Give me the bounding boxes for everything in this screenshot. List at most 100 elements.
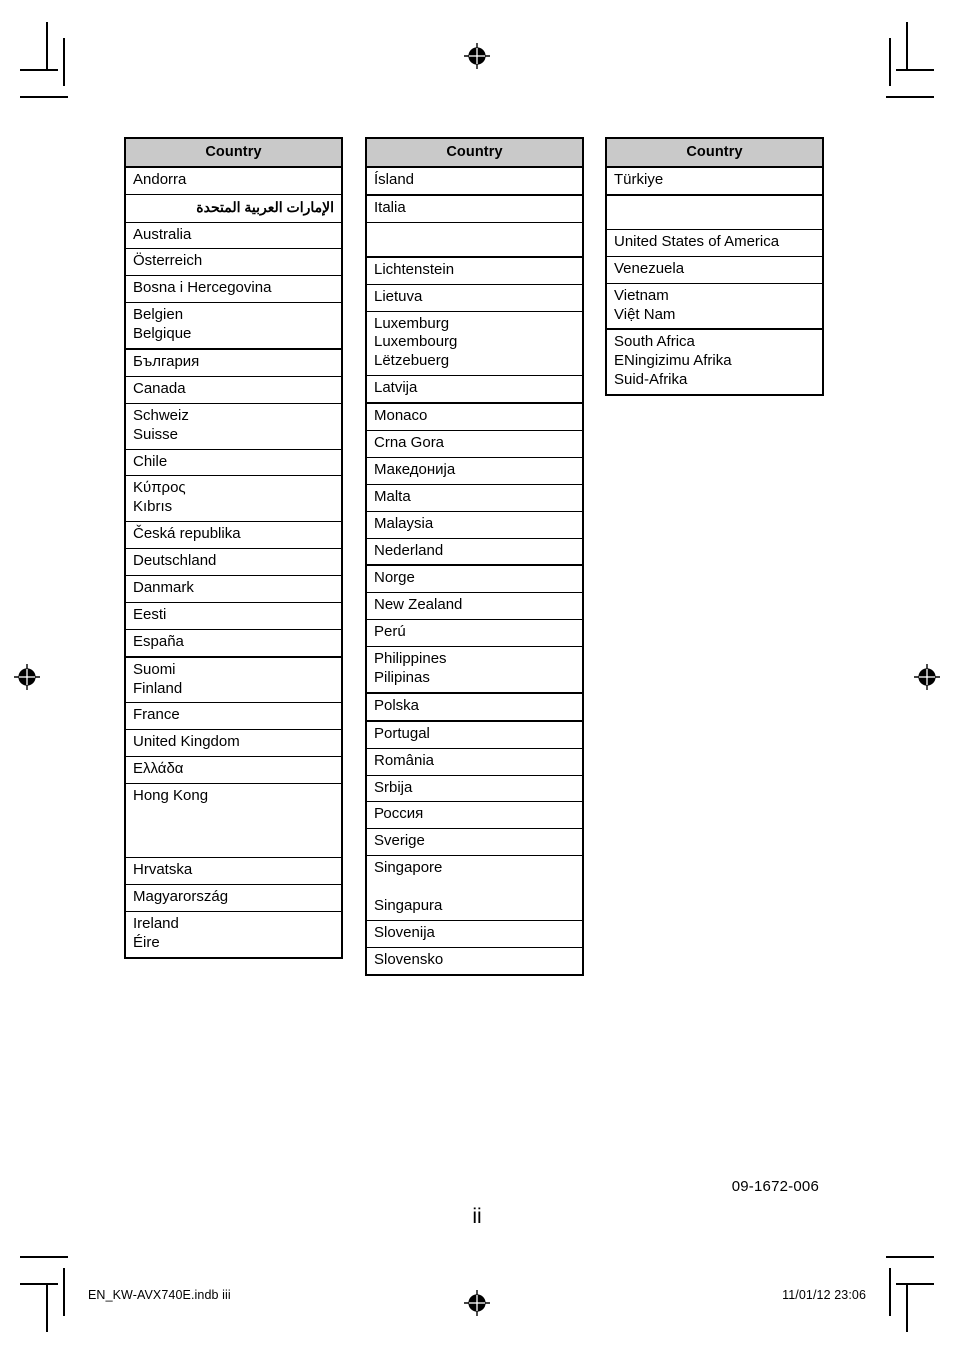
crop-mark-bottom-left-horizontal-inner [20,1283,58,1285]
country-name-cell: Österreich [126,248,341,277]
table-row: Česká republika [126,521,341,550]
crop-mark-top-left-vertical-outer [46,22,48,70]
country-rows-3: Türkiye United States of America Venezuela… [607,167,822,394]
table-row [367,222,582,258]
table-row: France [126,702,341,731]
table-row: Κύπρος Kıbrıs [126,475,341,523]
table-row: Australia [126,222,341,250]
registration-target-icon-right [914,664,940,690]
table-header-row: Country [367,139,582,168]
country-name-cell: Canada [126,376,341,404]
country-name-cell: Italia [367,194,582,223]
table-row: Schweiz Suisse [126,403,341,450]
country-name-cell: Belgien Belgique [126,302,341,350]
table-row: United Kingdom [126,729,341,758]
table-row: Singapore Singapura [367,855,582,921]
country-name-cell: Ísland [367,167,582,196]
country-name-cell: Eesti [126,602,341,630]
country-name-cell: Malaysia [367,511,582,539]
country-name-cell: France [126,702,341,731]
table-header-row: Country [607,139,822,168]
table-row: New Zealand [367,592,582,621]
country-name-cell: Schweiz Suisse [126,403,341,450]
table-row: Perú [367,619,582,648]
table-row: Lietuva [367,284,582,312]
country-name-cell: Norge [367,565,582,594]
country-name-cell: Monaco [367,403,582,432]
table-row: Hong Kong [126,783,341,859]
country-name-cell: Slovensko [374,950,444,968]
country-name-cell: Malta [367,484,582,512]
table-row: Srbija [367,775,582,803]
table-row: United States of America [607,229,822,257]
table-row: Македонија [367,457,582,485]
country-name-cell [607,194,822,230]
country-name-cell: Perú [367,619,582,648]
table-row: España [126,629,341,658]
crop-mark-bottom-right-vertical-outer [906,1284,908,1332]
country-name-cell: Latvija [367,375,582,405]
country-name-cell: Hong Kong [126,783,341,859]
country-name-cell: Singapore Singapura [367,855,582,921]
crop-mark-top-left-horizontal-inner [20,69,58,71]
table-row: Ireland Éire [126,911,341,956]
country-name-cell: United Kingdom [126,729,341,758]
country-name-cell: Lietuva [367,284,582,312]
table-row: Ελλάδα [126,756,341,785]
country-rows-2: Ísland Italia Lichtenstein Lietuva Luxemburg… [367,167,582,974]
table-row: România [367,748,582,776]
table-row: Slovensko [367,947,582,973]
crop-mark-top-right-horizontal-outer [886,96,934,98]
table-row: Chile [126,449,341,477]
page-number: ii [472,1205,482,1228]
country-name-cell: Andorra [126,167,341,195]
country-name-cell: Magyarország [126,884,341,912]
country-name-cell: România [367,748,582,776]
column-header-country: Country [367,139,582,168]
country-rows-1: Andorra الإمارات العربية المتحدة Australia… [126,167,341,957]
country-name-cell [367,222,582,258]
table-row: Bosna i Hercegovina [126,275,341,304]
table-row: Norge [367,565,582,594]
crop-mark-bottom-left-vertical-inner [63,1268,65,1316]
registration-target-icon-top [464,43,490,69]
country-name-cell: Australia [126,222,341,250]
country-name-cell: България [126,348,341,377]
country-name-cell: Luxemburg Luxembourg Lëtzebuerg [367,311,582,377]
country-name-cell: Македонија [367,457,582,485]
table-row: Sverige [367,828,582,857]
country-name-cell: Philippines Pilipinas [367,646,582,694]
table-row: Polska [367,692,582,722]
registration-target-icon-bottom [464,1290,490,1316]
print-slug-timestamp: 11/01/12 23:06 [782,1288,866,1302]
country-name-cell: Vietnam Việt Nam [607,283,822,331]
table-row: Slovenija [367,920,582,948]
table-row: Crna Gora [367,430,582,458]
country-name-cell: Česká republika [126,521,341,550]
table-row: Luxemburg Luxembourg Lëtzebuerg [367,311,582,377]
table-row: Eesti [126,602,341,630]
country-name-cell: Bosna i Hercegovina [126,275,341,304]
country-name-cell: Sverige [367,828,582,857]
crop-mark-top-right-vertical-outer [906,22,908,70]
table-row: South Africa ENingizimu Afrika Suid-Afri… [607,329,822,394]
country-name-cell: Slovenija [367,920,582,948]
column-header-country: Country [126,139,341,168]
table-row: Malta [367,484,582,512]
print-slug-filename: EN_KW-AVX740E.indb iii [88,1288,231,1302]
crop-mark-top-right-vertical-inner [889,38,891,86]
table-row: Malaysia [367,511,582,539]
column-header-country: Country [607,139,822,168]
crop-mark-bottom-right-horizontal-outer [886,1256,934,1258]
country-name-cell: United States of America [607,229,822,257]
table-row: الإمارات العربية المتحدة [126,194,341,223]
table-row [607,194,822,230]
country-name-cell: Lichtenstein [367,256,582,285]
crop-mark-top-left-vertical-inner [63,38,65,86]
country-name-cell: Россия [367,801,582,830]
country-name-cell: South Africa ENingizimu Afrika Suid-Afri… [614,333,732,389]
table-row: Österreich [126,248,341,277]
table-row: Magyarország [126,884,341,912]
country-name-cell: Ireland Éire [133,914,179,951]
crop-mark-bottom-left-vertical-outer [46,1284,48,1332]
